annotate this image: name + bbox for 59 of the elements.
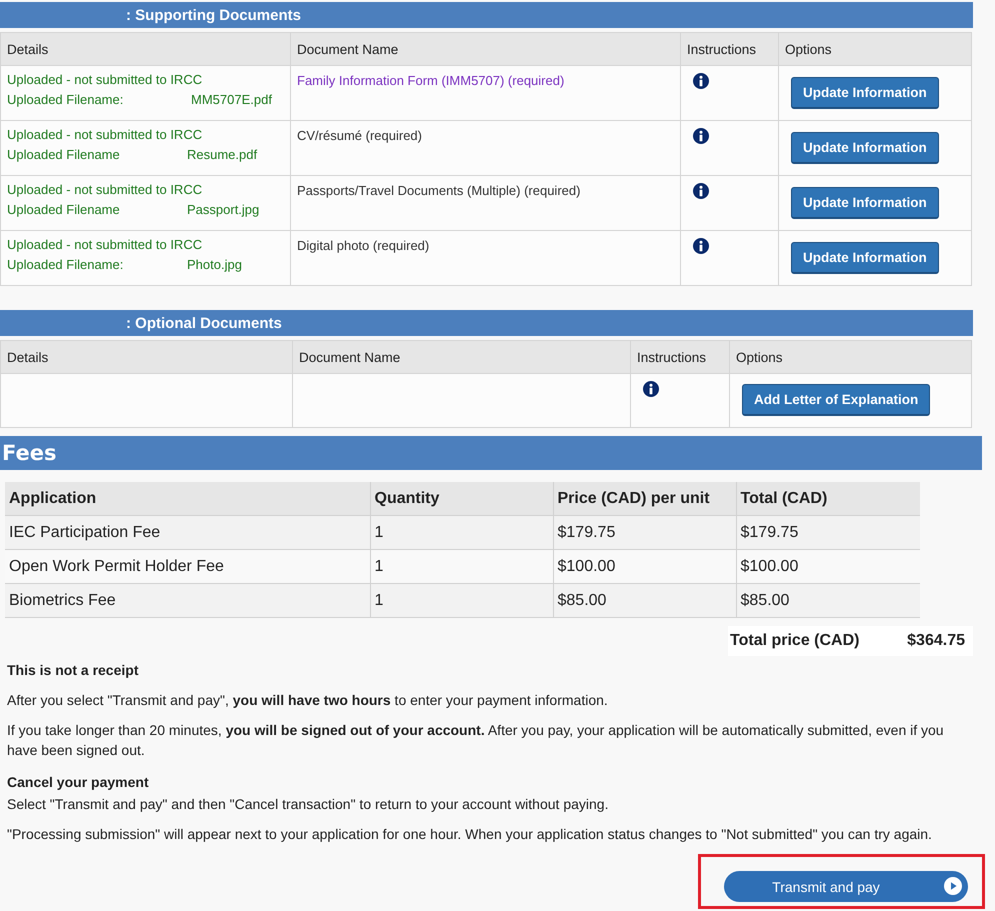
- transmit-button[interactable]: Transmit and pay: [724, 871, 968, 902]
- upload-status: Uploaded - not submitted to IRCC: [7, 181, 204, 199]
- filename-label: Uploaded Filename: [7, 146, 121, 164]
- column-header: Document Name: [290, 32, 680, 66]
- info-icon[interactable]: [643, 381, 659, 397]
- filename: Passport.jpg: [187, 201, 260, 219]
- info-icon[interactable]: [693, 128, 709, 144]
- notice-heading: This is not a receipt: [7, 662, 140, 678]
- filename: Resume.pdf: [187, 146, 258, 164]
- column-header: Details: [0, 32, 290, 66]
- document-name: CV/résumé (required): [297, 128, 422, 143]
- table-cell: 1: [370, 516, 553, 550]
- info-icon[interactable]: [693, 73, 709, 89]
- play-icon: [944, 877, 962, 895]
- table-cell: $85.00: [553, 584, 736, 618]
- column-header: Options: [778, 32, 972, 66]
- column-header: Options: [730, 340, 972, 374]
- document-name: Passports/Travel Documents (Multiple) (required): [297, 183, 580, 198]
- table-cell: Biometrics Fee: [5, 584, 370, 618]
- notice-paragraph: If you take longer than 20 minutes, you will be signed out of your account. After you pay, your application will be automatically submitted, even if you have been signed out.: [7, 721, 945, 760]
- column-header: Instructions: [630, 340, 730, 374]
- update-button[interactable]: Update Information: [791, 242, 939, 274]
- update-button[interactable]: Update Information: [791, 186, 939, 218]
- update-button[interactable]: Update Information: [791, 76, 939, 108]
- notice-paragraph: "Processing submission" will appear next to your application for one hour. When your application status changes to "Not submitted" you can try again.: [7, 825, 933, 844]
- total-label: Total price (CAD): [730, 632, 860, 650]
- info-icon[interactable]: [693, 183, 709, 199]
- notice-heading: Cancel your payment: [7, 774, 150, 790]
- column-header: Total (CAD): [736, 482, 920, 516]
- filename-label: Uploaded Filename:: [7, 91, 124, 109]
- upload-status: Uploaded - not submitted to IRCC: [7, 126, 204, 144]
- total-value: $364.75: [907, 632, 965, 650]
- add-letter-button[interactable]: Add Letter of Explanation: [742, 384, 930, 416]
- section-title: : Supporting Documents: [126, 6, 301, 24]
- notice-paragraph: Select "Transmit and pay" and then "Cancel transaction" to return to your account without paying.: [7, 795, 610, 814]
- document-link[interactable]: Family Information Form (IMM5707) (required): [297, 73, 564, 88]
- info-icon[interactable]: [693, 238, 709, 254]
- column-header: Application: [5, 482, 370, 516]
- document-name: Digital photo (required): [297, 238, 430, 253]
- filename: MM5707E.pdf: [191, 91, 272, 109]
- section-title: Fees: [2, 441, 56, 465]
- upload-status: Uploaded - not submitted to IRCC: [7, 71, 204, 89]
- table-cell: $85.00: [736, 584, 920, 618]
- table-cell: IEC Participation Fee: [5, 516, 370, 550]
- column-header: Quantity: [370, 482, 553, 516]
- update-button[interactable]: Update Information: [791, 132, 939, 164]
- notice-paragraph: After you select "Transmit and pay", you will have two hours to enter your payment information.: [7, 691, 609, 710]
- filename-label: Uploaded Filename:: [7, 256, 124, 274]
- column-header: Document Name: [292, 340, 630, 374]
- section-title: : Optional Documents: [126, 314, 282, 332]
- column-header: Details: [0, 340, 292, 374]
- column-header: Price (CAD) per unit: [553, 482, 736, 516]
- table-cell: $179.75: [736, 516, 920, 550]
- table-cell: $179.75: [553, 516, 736, 550]
- upload-status: Uploaded - not submitted to IRCC: [7, 236, 204, 254]
- column-header: Instructions: [680, 32, 778, 66]
- filename: Photo.jpg: [187, 256, 242, 274]
- filename-label: Uploaded Filename: [7, 201, 121, 219]
- table-cell: 1: [370, 584, 553, 618]
